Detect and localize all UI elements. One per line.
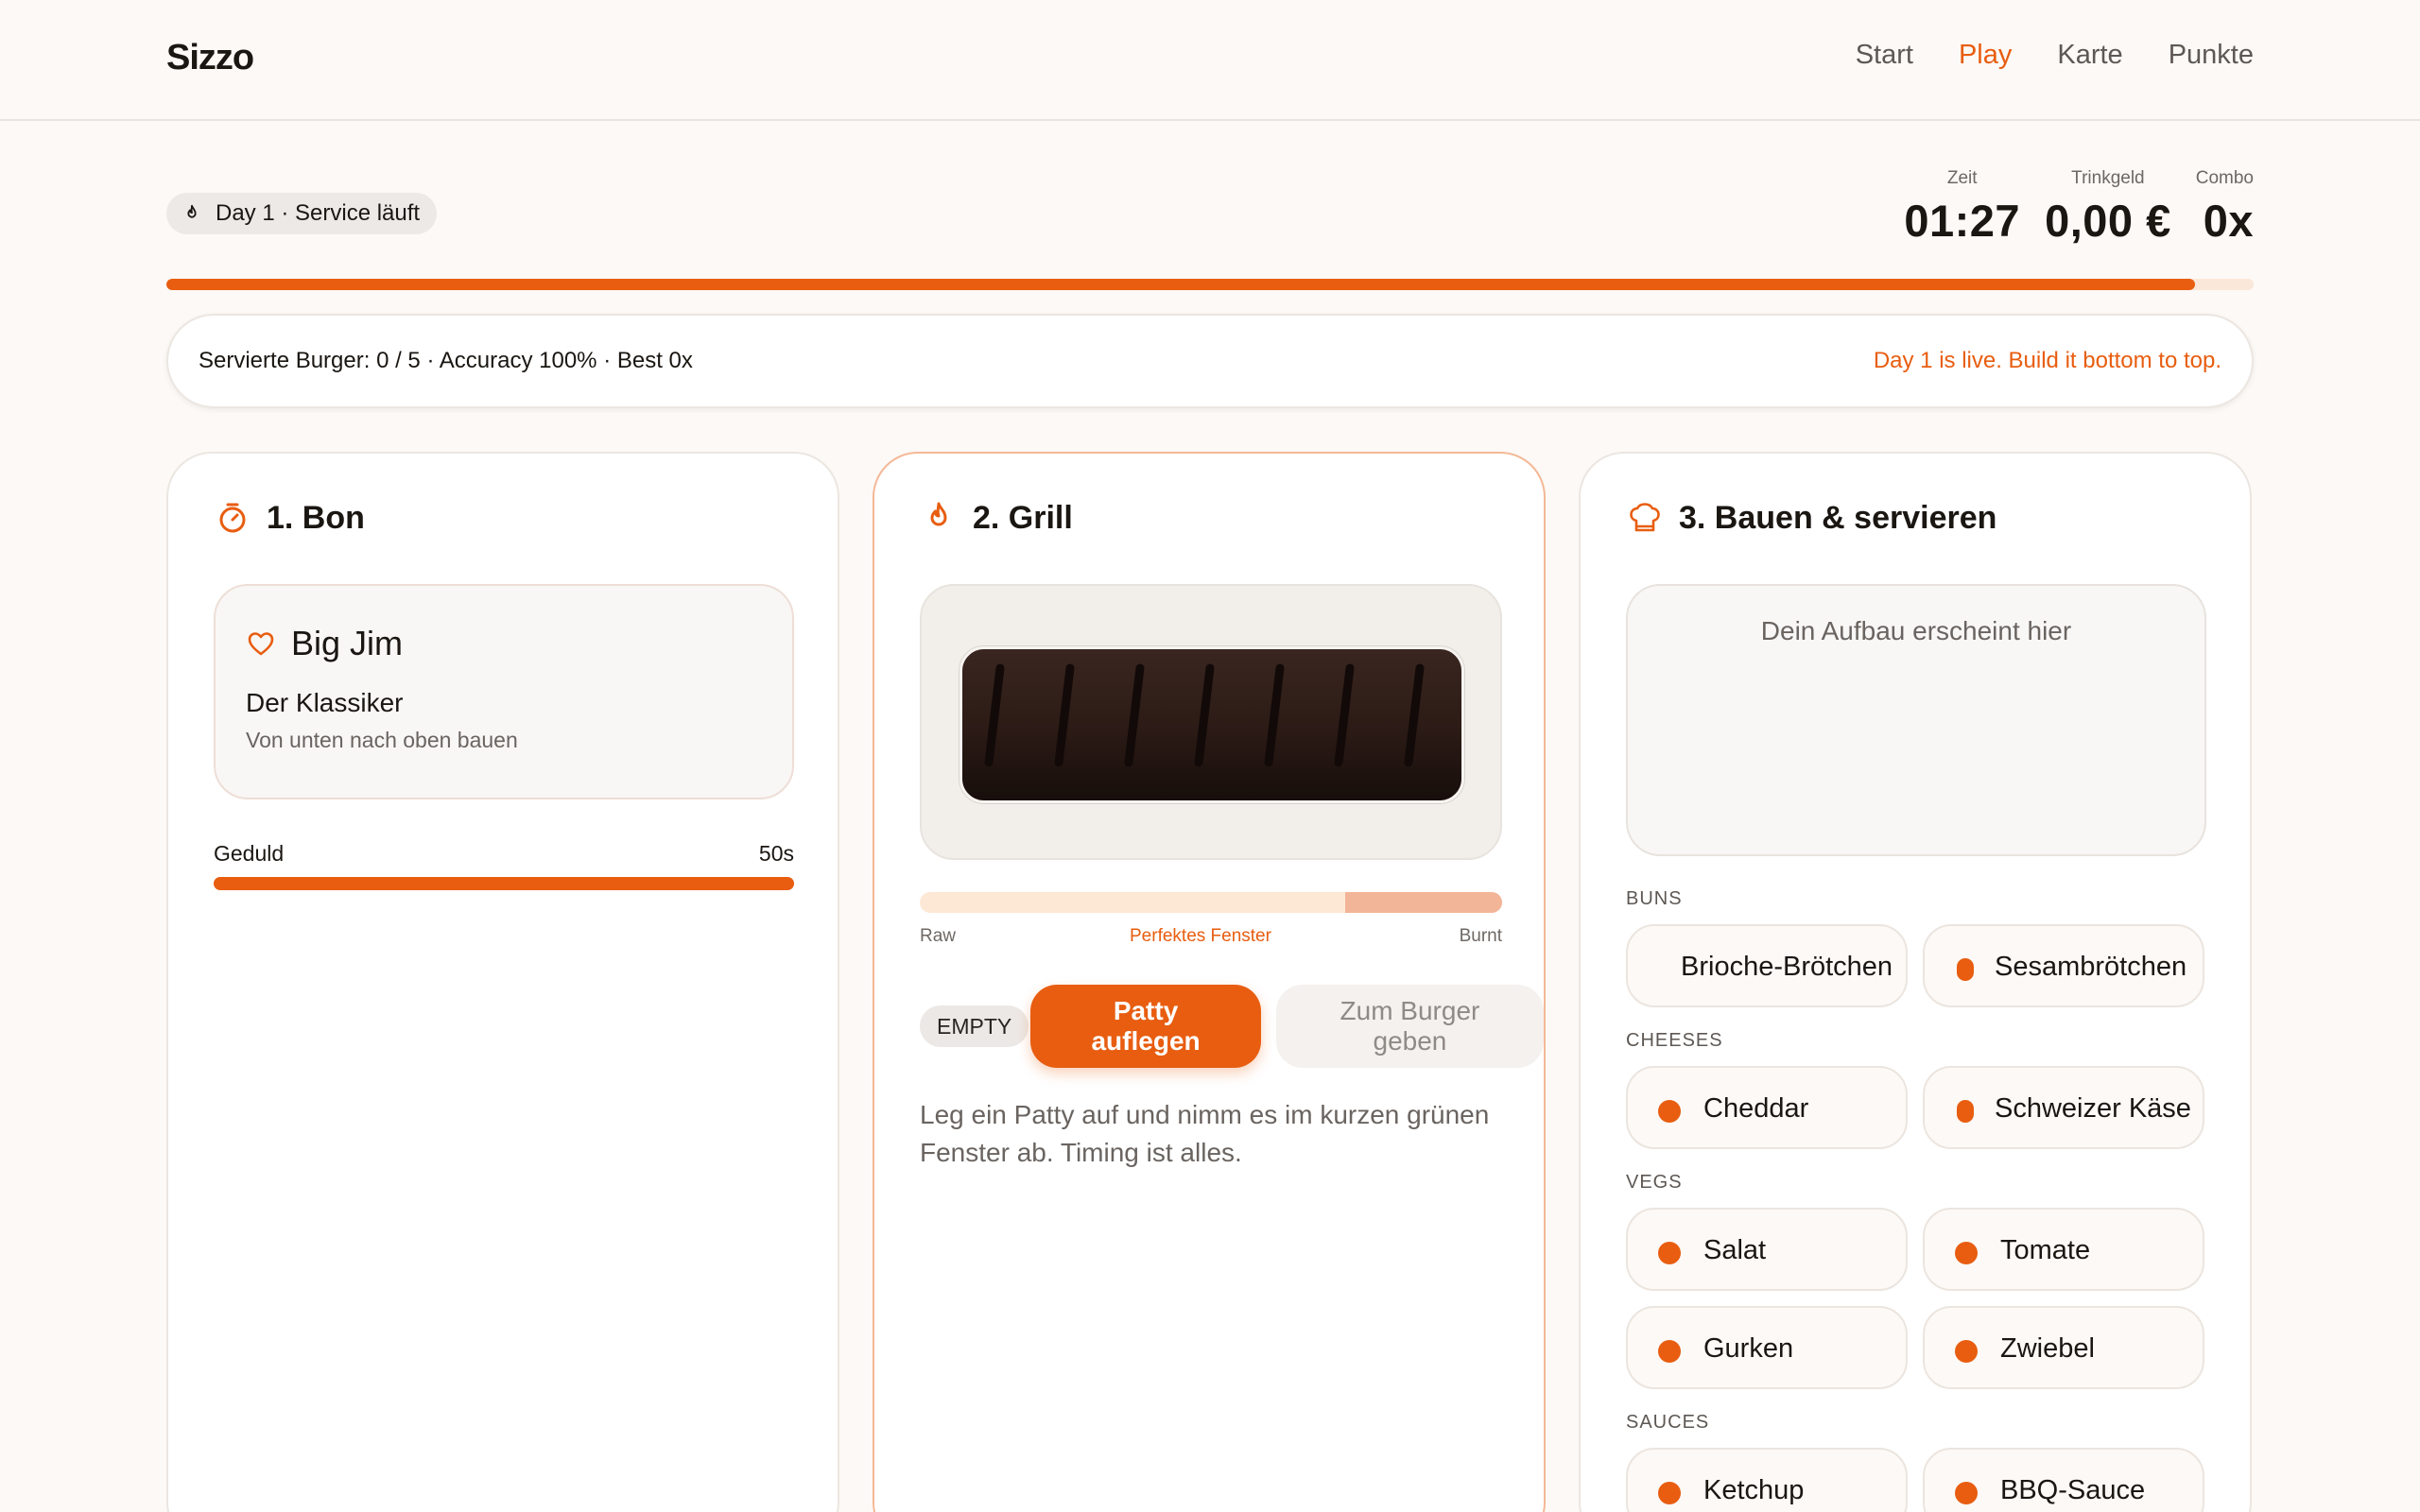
order-name: Big Jim xyxy=(246,624,403,663)
ingredient-pickles[interactable]: Gurken xyxy=(1626,1306,1908,1389)
ingredient-label: Sesambrötchen xyxy=(1995,952,2187,982)
day-status-pill: Day 1 · Service läuft xyxy=(166,193,438,234)
place-patty-button[interactable]: Patty auflegen xyxy=(1030,985,1261,1068)
doneness-meter xyxy=(920,892,1502,913)
order-hint: Von unten nach oben bauen xyxy=(246,728,518,752)
combo-value: 0x xyxy=(2203,196,2254,246)
ingredient-label: Schweizer Käse xyxy=(1995,1093,2191,1124)
timer-icon xyxy=(219,503,246,533)
service-summary: Servierte Burger: 0 / 5 · Accuracy 100% … xyxy=(199,348,693,373)
group-label-sauces: SAUCES xyxy=(1626,1412,1710,1433)
info-bar: Servierte Burger: 0 / 5 · Accuracy 100% … xyxy=(166,314,2254,408)
grill-title: 2. Grill xyxy=(920,499,1073,537)
add-to-burger-button[interactable]: Zum Burger geben xyxy=(1275,985,1544,1068)
ingredient-cheddar[interactable]: Cheddar xyxy=(1626,1066,1908,1149)
grill-card: 2. Grill Raw Perfektes Fenster Burnt EMP… xyxy=(873,452,1546,1512)
grill-hint: Leg ein Patty auf und nimm es im kurzen … xyxy=(920,1100,1490,1167)
build-placeholder: Dein Aufbau erscheint hier xyxy=(1760,616,2072,645)
perfect-window-zone xyxy=(1344,892,1502,913)
build-title: 3. Bauen & servieren xyxy=(1626,499,1996,537)
ingredient-dot xyxy=(1957,958,1974,981)
group-label-buns: BUNS xyxy=(1626,888,1683,909)
ingredient-label: Zwiebel xyxy=(2000,1333,2095,1364)
grill-area[interactable] xyxy=(920,584,1502,860)
doneness-perfect-label: Perfektes Fenster xyxy=(1130,926,1271,946)
grill-plate[interactable] xyxy=(959,646,1464,803)
service-progress-bar xyxy=(166,279,2254,290)
ingredient-dot xyxy=(1658,1482,1681,1504)
ingredient-label: BBQ-Sauce xyxy=(2000,1475,2146,1505)
ingredient-salad[interactable]: Salat xyxy=(1626,1208,1908,1291)
grill-actions: EMPTY Patty auflegen Zum Burger geben xyxy=(920,985,1544,1068)
ingredient-label: Cheddar xyxy=(1703,1093,1809,1124)
combo-label: Combo xyxy=(2195,168,2254,188)
service-message: Day 1 is live. Build it bottom to top. xyxy=(1873,348,2221,373)
top-navigation-bar: Sizzo Start Play Karte Punkte xyxy=(0,0,2420,121)
stats-panel: Zeit 01:27 Trinkgeld 0,00 € Combo 0x xyxy=(1904,168,2254,247)
order-ticket: Big Jim Der Klassiker Von unten nach obe… xyxy=(214,584,794,799)
nav-start[interactable]: Start xyxy=(1856,40,1913,71)
main-nav: Start Play Karte Punkte xyxy=(1856,40,2254,71)
ingredient-bbq-sauce[interactable]: BBQ-Sauce xyxy=(1923,1448,2204,1512)
tips-value: 0,00 € xyxy=(2045,196,2171,246)
ingredient-dot xyxy=(1658,1242,1681,1264)
group-label-vegs: VEGS xyxy=(1626,1172,1683,1193)
ingredient-sesame-bun[interactable]: Sesambrötchen xyxy=(1923,924,2204,1007)
day-status-label: Day 1 · Service läuft xyxy=(216,200,421,226)
burger-build-area[interactable]: Dein Aufbau erscheint hier xyxy=(1626,584,2206,856)
patience-value: 50s xyxy=(758,841,794,866)
patience-label: Geduld xyxy=(214,841,285,866)
time-stat: Zeit 01:27 xyxy=(1904,168,2020,247)
grill-state-chip: EMPTY xyxy=(920,1005,1029,1047)
patience-row: Geduld 50s xyxy=(214,841,794,867)
ingredient-dot xyxy=(1658,1100,1681,1123)
order-subtitle: Der Klassiker xyxy=(246,688,404,717)
ingredient-swiss-cheese[interactable]: Schweizer Käse xyxy=(1923,1066,2204,1149)
ingredient-label: Ketchup xyxy=(1703,1475,1805,1505)
time-value: 01:27 xyxy=(1904,196,2021,246)
group-label-cheeses: CHEESES xyxy=(1626,1030,1723,1051)
flame-icon xyxy=(930,502,947,526)
ingredient-label: Salat xyxy=(1703,1235,1767,1265)
ingredient-brioche-bun[interactable]: Brioche-Brötchen xyxy=(1626,924,1908,1007)
grill-title-label: 2. Grill xyxy=(973,499,1073,536)
bon-title: 1. Bon xyxy=(214,499,365,537)
flame-icon xyxy=(187,204,197,218)
patience-fill xyxy=(214,877,794,890)
nav-karte[interactable]: Karte xyxy=(2057,40,2122,71)
build-card: 3. Bauen & servieren Dein Aufbau erschei… xyxy=(1579,452,2252,1512)
order-name-label: Big Jim xyxy=(291,624,404,662)
ingredient-dot xyxy=(1955,1242,1978,1264)
ingredient-label: Gurken xyxy=(1703,1333,1794,1364)
ingredient-dot xyxy=(1658,1340,1681,1363)
patience-bar xyxy=(214,877,794,890)
ingredient-onion[interactable]: Zwiebel xyxy=(1923,1306,2204,1389)
nav-play[interactable]: Play xyxy=(1959,40,2012,71)
ingredient-ketchup[interactable]: Ketchup xyxy=(1626,1448,1908,1512)
nav-punkte[interactable]: Punkte xyxy=(2169,40,2254,71)
build-title-label: 3. Bauen & servieren xyxy=(1679,499,1997,536)
doneness-burnt-label: Burnt xyxy=(1459,926,1502,946)
heart-icon xyxy=(248,632,274,656)
doneness-raw-label: Raw xyxy=(920,926,957,946)
grill-grates xyxy=(984,663,1425,767)
time-label: Zeit xyxy=(1946,168,1978,188)
bon-card: 1. Bon Big Jim Der Klassiker Von unten n… xyxy=(166,452,839,1512)
tips-label: Trinkgeld xyxy=(2071,168,2145,188)
brand-logo[interactable]: Sizzo xyxy=(166,38,254,78)
tips-stat: Trinkgeld 0,00 € xyxy=(2045,168,2171,247)
ingredient-label: Tomate xyxy=(2000,1235,2091,1265)
combo-stat: Combo 0x xyxy=(2196,168,2254,247)
ingredient-tomato[interactable]: Tomate xyxy=(1923,1208,2204,1291)
ingredient-dot xyxy=(1955,1340,1978,1363)
bon-title-label: 1. Bon xyxy=(267,499,365,536)
ingredient-dot xyxy=(1955,1482,1978,1504)
chef-hat-icon xyxy=(1630,503,1660,532)
ingredient-label: Brioche-Brötchen xyxy=(1681,952,1893,982)
ingredient-dot xyxy=(1957,1100,1974,1123)
service-progress-fill xyxy=(166,279,2196,290)
